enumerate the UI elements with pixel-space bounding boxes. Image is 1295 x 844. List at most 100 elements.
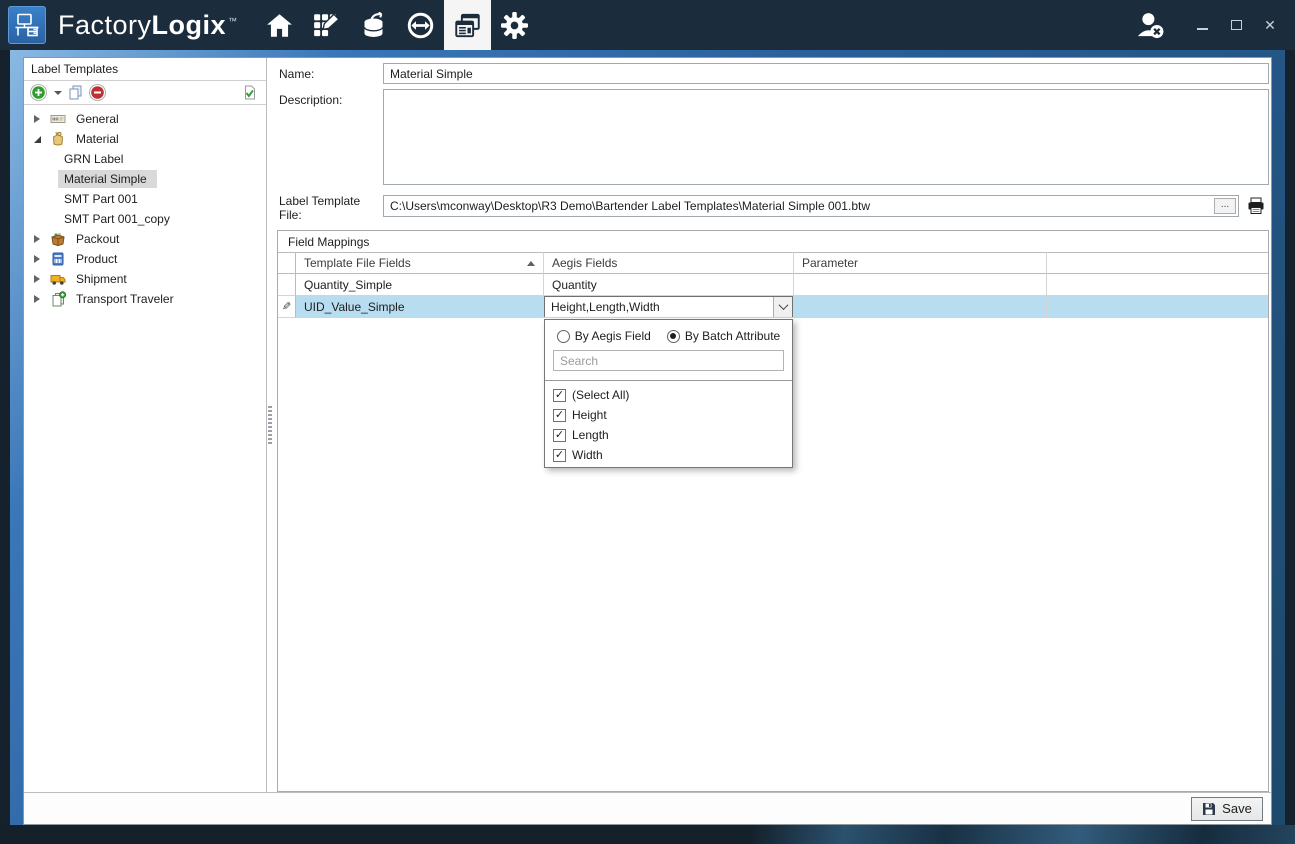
tree-item-label: Packout [74,230,125,248]
nav-home[interactable] [256,0,303,50]
combobox-value: Height,Length,Width [545,300,773,314]
checkbox-icon: ✓ [553,429,566,442]
nav-production[interactable] [397,0,444,50]
column-header-extra[interactable] [1047,252,1268,274]
brand-factory: Factory [58,10,152,41]
checkbox-icon: ✓ [553,409,566,422]
copy-template-button[interactable] [67,84,84,101]
titlebar: FactoryLogix™ [0,0,1295,50]
maximize-icon [1231,20,1242,30]
sort-ascending-icon [527,261,535,266]
validate-template-button[interactable] [241,84,258,101]
column-header-label: Aegis Fields [552,256,617,270]
expander-icon[interactable] [31,235,43,243]
label-template-file-input[interactable] [383,195,1239,217]
edit-pencil-icon: ✎ [282,300,291,313]
field-mappings-groupbox: Field Mappings Template File Fields Aegi… [277,230,1269,792]
cell-template-field[interactable]: UID_Value_Simple [296,296,544,318]
grid-row-quantity-simple[interactable]: Quantity_Simple Quantity [278,274,1268,296]
column-header-template-file-fields[interactable]: Template File Fields [296,252,544,274]
user-logout-icon [1134,9,1168,41]
factorylogix-window: { "titlebar": { "brand_factory": "Factor… [0,0,1295,844]
cell-aegis-field-editor: Height,Length,Width [544,296,794,318]
validate-icon [242,85,257,100]
column-header-aegis-fields[interactable]: Aegis Fields [544,252,794,274]
tree-item-shipment[interactable]: Shipment [24,269,266,289]
grid-row-uid-value-simple[interactable]: ✎ UID_Value_Simple Height,Length,Width [278,296,1268,318]
tree-item-label: Material [74,130,125,148]
brand-logix: Logix [152,10,227,41]
name-input[interactable] [383,63,1269,84]
tree-item-transport-traveler[interactable]: Transport Traveler [24,289,266,309]
expander-icon[interactable] [31,295,43,303]
tree-item-label: SMT Part 001 [58,190,148,208]
nav-settings[interactable] [491,0,538,50]
cell-aegis-field[interactable]: Quantity [544,274,794,296]
tree-item-product[interactable]: Product [24,249,266,269]
description-input[interactable] [383,89,1269,185]
app-logo-icon [8,6,46,44]
minimize-icon [1197,28,1208,30]
column-header-parameter[interactable]: Parameter [794,252,1047,274]
nav-engineering[interactable] [303,0,350,50]
remove-icon [89,84,106,101]
close-button[interactable]: ✕ [1259,14,1281,36]
tree-item-packout[interactable]: Packout [24,229,266,249]
tree-item-grn-label[interactable]: GRN Label [24,149,266,169]
option-label: Width [572,448,603,462]
aegis-fields-dropdown-panel: By Aegis Field By Batch Attribute ✓ (Sel… [544,319,793,468]
add-template-button[interactable] [29,83,48,102]
grid-pencil-icon [313,12,340,39]
row-header-cell[interactable]: ✎ [278,296,296,318]
tree-item-smt-part-001-copy[interactable]: SMT Part 001_copy [24,209,266,229]
save-button[interactable]: Save [1191,797,1263,821]
tree-item-label: General [74,110,125,128]
field-mappings-grid: Template File Fields Aegis Fields Parame… [278,252,1268,318]
logout-user-button[interactable] [1133,8,1169,42]
add-dropdown-button[interactable] [52,90,63,96]
radio-by-aegis-field[interactable]: By Aegis Field [557,329,651,343]
expander-icon[interactable] [31,275,43,283]
maximize-button[interactable] [1225,14,1247,36]
cell-parameter[interactable] [794,274,1047,296]
home-icon [266,12,293,39]
combobox-dropdown-button[interactable] [773,297,792,317]
expander-icon[interactable] [31,136,43,143]
add-icon [30,84,47,101]
option-height[interactable]: ✓ Height [545,405,792,425]
print-button[interactable] [1247,197,1267,215]
nav-materials[interactable] [350,0,397,50]
cell-extra[interactable] [1047,274,1268,296]
nav-labels[interactable] [444,0,491,50]
cell-template-field[interactable]: Quantity_Simple [296,274,544,296]
cell-parameter[interactable] [794,296,1047,318]
aegis-fields-combobox[interactable]: Height,Length,Width [544,296,793,318]
tree-item-material-simple[interactable]: Material Simple [24,169,266,189]
tree-item-general[interactable]: General [24,109,266,129]
window-bottom-strip [0,825,1295,844]
expander-icon[interactable] [31,255,43,263]
dropdown-search-input[interactable] [553,350,784,371]
titlebar-right: ✕ [1133,8,1295,42]
save-floppy-icon [1202,802,1216,816]
content-area: Label Templates [23,57,1272,825]
option-select-all[interactable]: ✓ (Select All) [545,385,792,405]
row-header-cell[interactable] [278,274,296,296]
option-length[interactable]: ✓ Length [545,425,792,445]
radio-by-batch-attribute[interactable]: By Batch Attribute [667,329,780,343]
sidebar-splitter[interactable] [267,58,273,792]
sidebar-title: Label Templates [24,58,266,81]
expander-icon[interactable] [31,115,43,123]
cell-extra[interactable] [1047,296,1268,318]
browse-button[interactable]: ... [1214,198,1236,214]
grid-corner-cell [278,252,296,274]
packout-icon [50,231,66,247]
radio-icon [667,330,680,343]
minimize-button[interactable] [1191,14,1213,36]
chevron-down-icon [778,300,788,310]
option-label: Length [572,428,609,442]
delete-template-button[interactable] [88,83,107,102]
option-width[interactable]: ✓ Width [545,445,792,465]
tree-item-smt-part-001[interactable]: SMT Part 001 [24,189,266,209]
tree-item-material[interactable]: Material [24,129,266,149]
